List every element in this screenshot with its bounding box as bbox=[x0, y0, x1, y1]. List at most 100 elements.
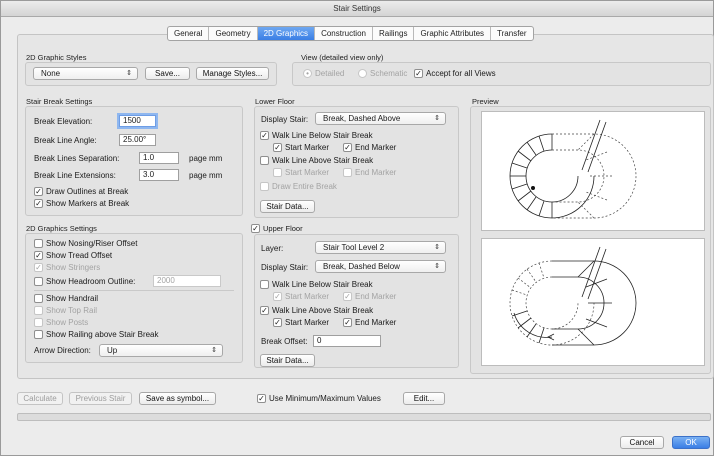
schematic-radio[interactable]: Schematic bbox=[358, 69, 407, 79]
tab-transfer[interactable]: Transfer bbox=[491, 27, 533, 40]
save-as-symbol-button[interactable]: Save as symbol... bbox=[139, 392, 216, 405]
extensions-unit: page mm bbox=[189, 171, 223, 180]
checkmark-icon: ✓ bbox=[273, 143, 282, 152]
upper-display-select[interactable]: Break, Dashed Below ⇕ bbox=[315, 260, 446, 273]
break-angle-input[interactable]: 25.00° bbox=[119, 134, 156, 146]
checkmark-icon: ✓ bbox=[343, 143, 352, 152]
upper-layer-select[interactable]: Stair Tool Level 2 ⇕ bbox=[315, 241, 446, 254]
show-markers-checkbox[interactable]: ✓ Show Markers at Break bbox=[34, 199, 129, 209]
tab-graphic-attributes[interactable]: Graphic Attributes bbox=[414, 27, 492, 40]
draw-entire-break-checkbox[interactable]: Draw Entire Break bbox=[260, 182, 337, 192]
upper-floor-checkbox[interactable]: ✓ Upper Floor bbox=[251, 224, 303, 234]
view-group bbox=[292, 62, 711, 86]
checkmark-icon: ✓ bbox=[34, 263, 43, 272]
arrow-direction-select[interactable]: Up ⇕ bbox=[99, 344, 223, 357]
tab-geometry[interactable]: Geometry bbox=[209, 27, 258, 40]
lower-below-end-checkbox[interactable]: ✓ End Marker bbox=[343, 143, 396, 153]
break-elevation-label: Break Elevation: bbox=[34, 117, 93, 126]
checkmark-icon: ✓ bbox=[260, 131, 269, 140]
accept-all-views-checkbox[interactable]: ✓ Accept for all Views bbox=[414, 69, 496, 79]
show-tread-offset-checkbox[interactable]: ✓ Show Tread Offset bbox=[34, 251, 112, 261]
checkmark-icon: ✓ bbox=[273, 292, 282, 301]
checkmark-icon: ✓ bbox=[343, 292, 352, 301]
stair-settings-dialog: Stair Settings General Geometry 2D Graph… bbox=[0, 0, 714, 456]
checkmark-icon: ✓ bbox=[34, 251, 43, 260]
lower-floor-preview bbox=[481, 111, 705, 231]
lower-above-end-checkbox[interactable]: End Marker bbox=[343, 168, 396, 178]
view-heading: View (detailed view only) bbox=[301, 53, 384, 62]
select-arrows-icon: ⇕ bbox=[434, 263, 440, 270]
upper-below-end-checkbox[interactable]: ✓ End Marker bbox=[343, 292, 396, 302]
select-arrows-icon: ⇕ bbox=[211, 347, 217, 354]
tab-railings[interactable]: Railings bbox=[373, 27, 415, 40]
inner-arc bbox=[525, 149, 579, 203]
tab-bar: General Geometry 2D Graphics Constructio… bbox=[167, 26, 534, 41]
show-handrail-checkbox[interactable]: Show Handrail bbox=[34, 294, 98, 304]
upper-above-start-checkbox[interactable]: ✓ Start Marker bbox=[273, 318, 329, 328]
lower-above-start-checkbox[interactable]: Start Marker bbox=[273, 168, 329, 178]
preview-heading: Preview bbox=[472, 97, 499, 106]
calculate-button[interactable]: Calculate bbox=[17, 392, 63, 405]
lower-stair-data-button[interactable]: Stair Data... bbox=[260, 200, 315, 213]
break-elevation-input[interactable]: 1500 bbox=[119, 115, 156, 127]
lower-stair-drawing bbox=[509, 119, 637, 219]
use-minmax-checkbox[interactable]: ✓ Use Minimum/Maximum Values bbox=[257, 394, 381, 404]
graphic-style-select[interactable]: None ⇕ bbox=[33, 67, 138, 80]
tab-construction[interactable]: Construction bbox=[315, 27, 373, 40]
edit-button[interactable]: Edit... bbox=[403, 392, 445, 405]
select-arrows-icon: ⇕ bbox=[434, 244, 440, 251]
checkmark-icon: ✓ bbox=[414, 69, 423, 78]
break-separation-input[interactable]: 1.0 bbox=[139, 152, 179, 164]
checkmark-icon: ✓ bbox=[34, 187, 43, 196]
show-top-rail-checkbox[interactable]: Show Top Rail bbox=[34, 306, 97, 316]
upper-stair-drawing bbox=[509, 246, 637, 346]
upper-display-label: Display Stair: bbox=[261, 263, 309, 272]
upper-floor-preview bbox=[481, 238, 705, 366]
save-style-button[interactable]: Save... bbox=[145, 67, 190, 80]
window-title: Stair Settings bbox=[1, 1, 713, 17]
checkmark-icon: ✓ bbox=[260, 306, 269, 315]
detailed-radio[interactable]: • Detailed bbox=[303, 69, 344, 79]
break-extensions-input[interactable]: 3.0 bbox=[139, 169, 179, 181]
separation-unit: page mm bbox=[189, 154, 223, 163]
show-posts-checkbox[interactable]: Show Posts bbox=[34, 318, 88, 328]
break-offset-input[interactable]: 0 bbox=[313, 335, 381, 347]
break-angle-label: Break Line Angle: bbox=[34, 136, 97, 145]
upper-stair-data-button[interactable]: Stair Data... bbox=[260, 354, 315, 367]
show-stringers-checkbox[interactable]: ✓ Show Stringers bbox=[34, 263, 100, 273]
lower-walkline-below-checkbox[interactable]: ✓ Walk Line Below Stair Break bbox=[260, 131, 373, 141]
lower-display-label: Display Stair: bbox=[261, 115, 309, 124]
lower-walkline-above-checkbox[interactable]: Walk Line Above Stair Break bbox=[260, 156, 373, 166]
break-separation-label: Break Lines Separation: bbox=[34, 154, 120, 163]
graphic-styles-heading: 2D Graphic Styles bbox=[26, 53, 87, 62]
break-offset-label: Break Offset: bbox=[261, 337, 308, 346]
manage-styles-button[interactable]: Manage Styles... bbox=[196, 67, 269, 80]
tab-2d-graphics[interactable]: 2D Graphics bbox=[257, 27, 316, 40]
upper-layer-label: Layer: bbox=[261, 244, 284, 253]
draw-outlines-checkbox[interactable]: ✓ Draw Outlines at Break bbox=[34, 187, 128, 197]
select-arrows-icon: ⇕ bbox=[126, 70, 132, 77]
ok-button[interactable]: OK bbox=[672, 436, 710, 449]
previous-stair-button[interactable]: Previous Stair bbox=[69, 392, 132, 405]
select-arrows-icon: ⇕ bbox=[434, 115, 440, 122]
show-nosing-checkbox[interactable]: Show Nosing/Riser Offset bbox=[34, 239, 137, 249]
show-railing-checkbox[interactable]: Show Railing above Stair Break bbox=[34, 330, 159, 340]
lower-display-select[interactable]: Break, Dashed Above ⇕ bbox=[315, 112, 446, 125]
arrow-direction-label: Arrow Direction: bbox=[34, 346, 91, 355]
cancel-button[interactable]: Cancel bbox=[620, 436, 664, 449]
progress-bar bbox=[17, 413, 711, 421]
radio-selected-icon: • bbox=[303, 69, 312, 78]
checkmark-icon: ✓ bbox=[257, 394, 266, 403]
show-headroom-checkbox[interactable]: Show Headroom Outline: bbox=[34, 277, 135, 287]
break-extensions-label: Break Line Extensions: bbox=[34, 171, 116, 180]
lower-floor-heading: Lower Floor bbox=[255, 97, 295, 106]
headroom-input[interactable]: 2000 bbox=[153, 275, 221, 287]
stair-break-heading: Stair Break Settings bbox=[26, 97, 93, 106]
checkmark-icon: ✓ bbox=[273, 318, 282, 327]
tab-general[interactable]: General bbox=[168, 27, 210, 40]
upper-above-end-checkbox[interactable]: ✓ End Marker bbox=[343, 318, 396, 328]
upper-below-start-checkbox[interactable]: ✓ Start Marker bbox=[273, 292, 329, 302]
lower-below-start-checkbox[interactable]: ✓ Start Marker bbox=[273, 143, 329, 153]
upper-walkline-above-checkbox[interactable]: ✓ Walk Line Above Stair Break bbox=[260, 306, 373, 316]
upper-walkline-below-checkbox[interactable]: Walk Line Below Stair Break bbox=[260, 280, 373, 290]
